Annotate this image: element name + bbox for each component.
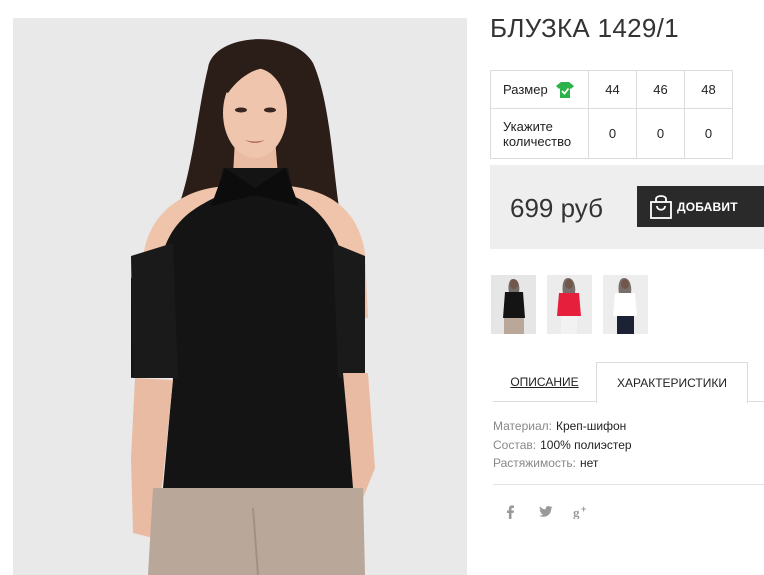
characteristic-value: 100% полиэстер — [540, 437, 632, 452]
characteristic-key: Материал: — [493, 419, 552, 433]
price-box: 699 руб ДОБАВИТ — [490, 165, 764, 249]
size-label-cell: Размер — [490, 70, 589, 109]
model-photo — [13, 18, 467, 575]
svg-text:+: + — [581, 505, 586, 514]
add-to-cart-button[interactable]: ДОБАВИТ — [637, 186, 764, 227]
quantity-label-cell: Укажите количество — [490, 108, 589, 159]
facebook-icon[interactable] — [505, 505, 539, 522]
characteristics-list: Материал: Креп-шифон Состав: 100% полиэсте… — [493, 417, 632, 473]
quantity-input-44[interactable]: 0 — [588, 108, 637, 159]
thumbnail-red[interactable] — [547, 275, 592, 334]
product-title: БЛУЗКА 1429/1 — [490, 13, 679, 43]
tab-description[interactable]: ОПИСАНИЕ — [493, 362, 596, 402]
size-option-48[interactable]: 48 — [684, 70, 733, 109]
divider — [493, 484, 764, 485]
thumbnail-black[interactable] — [491, 275, 536, 334]
svg-text:g: g — [573, 505, 580, 519]
price: 699 руб — [510, 193, 603, 223]
characteristic-row: Состав: 100% полиэстер — [493, 436, 632, 455]
characteristic-key: Состав: — [493, 437, 537, 452]
size-quantity-table: Размер 44 46 48 Укажите количество 0 0 0 — [490, 70, 733, 159]
social-share: g + — [505, 504, 607, 522]
characteristic-key: Растяжимость: — [493, 456, 577, 470]
product-tabs: ОПИСАНИЕ ХАРАКТЕРИСТИКИ — [493, 362, 764, 403]
size-option-44[interactable]: 44 — [588, 70, 637, 109]
size-option-46[interactable]: 46 — [636, 70, 685, 109]
quantity-input-46[interactable]: 0 — [636, 108, 685, 159]
add-to-cart-label: ДОБАВИТ — [677, 199, 738, 214]
thumbnail-white[interactable] — [603, 275, 648, 334]
characteristic-value: нет — [580, 456, 599, 470]
characteristic-row: Растяжимость: нет — [493, 454, 632, 473]
quantity-label-line1: Укажите — [503, 118, 553, 134]
twitter-icon[interactable] — [539, 505, 573, 522]
quantity-input-48[interactable]: 0 — [684, 108, 733, 159]
tab-characteristics[interactable]: ХАРАКТЕРИСТИКИ — [596, 362, 748, 403]
size-label: Размер — [503, 82, 548, 97]
shirt-check-icon — [555, 81, 574, 98]
quantity-label-line2: количество — [503, 133, 572, 149]
product-main-image[interactable] — [13, 18, 467, 575]
characteristic-row: Материал: Креп-шифон — [493, 417, 632, 436]
shopping-bag-icon — [650, 195, 672, 219]
google-plus-icon[interactable]: g + — [573, 504, 607, 522]
characteristic-value: Креп-шифон — [555, 419, 627, 433]
